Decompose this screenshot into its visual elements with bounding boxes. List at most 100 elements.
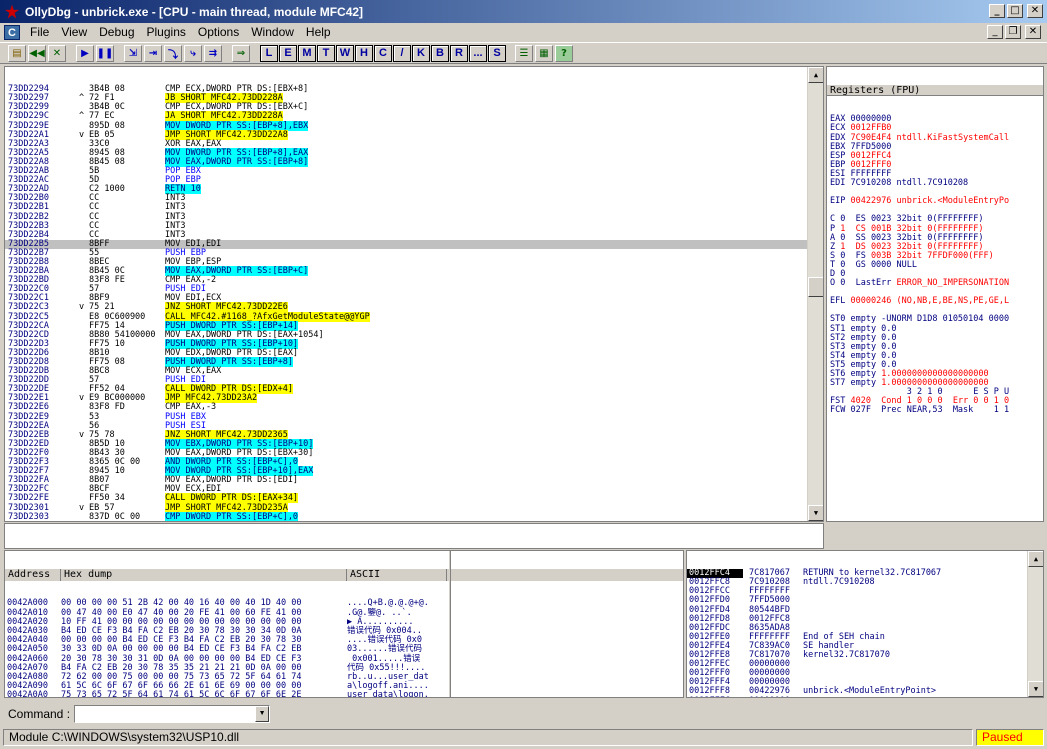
cpu-window-button[interactable]: C [374,44,392,62]
disasm-row[interactable]: 73DD22E9 53 PUSH EBX [5,412,823,422]
stack-row[interactable]: 0012FFE8 7C817070 kernel32.7C817070 [687,650,1043,660]
disasm-row[interactable]: 73DD22E6 83F8 FD CMP EAX,-3 [5,403,823,412]
disasm-row[interactable]: 73DD22AC 5D POP EBP [5,176,823,185]
disasm-row[interactable]: 73DD22B8 8BEC MOV EBP,ESP [5,257,823,267]
threads-window-button[interactable]: T [317,44,335,62]
stack-row[interactable]: 0012FFE0 FFFFFFFF End of SEH chain [687,632,1043,642]
stack-row[interactable]: 0012FFEC 00000000 [687,660,1043,669]
menu-view[interactable]: View [55,25,93,39]
disasm-row[interactable]: 73DD22D8 FF75 08 PUSH DWORD PTR SS:[EBP+8… [5,357,823,367]
disasm-row[interactable]: 73DD22BD 83F8 FE CMP EAX,-2 [5,276,823,285]
stack-scroll-down-icon[interactable]: ▼ [1028,681,1043,697]
menu-window[interactable]: Window [245,25,300,39]
disasm-row[interactable]: 73DD229C ^ 77 EC JA SHORT MFC42.73DD228A [5,111,823,122]
scroll-thumb[interactable] [808,277,823,297]
disasm-row[interactable]: 73DD22FC 8BCF MOV ECX,EDI [5,485,823,494]
step-over-icon[interactable]: ⇥ [144,44,162,62]
stack-row[interactable]: 0012FFFC00000000 [687,696,1043,697]
disassembly-scrollbar[interactable]: ▲ ▼ [807,67,823,521]
disasm-row[interactable]: 73DD22B3 CC INT3 [5,221,823,231]
options-icon[interactable]: ▦ [535,44,553,62]
source-window-button[interactable]: S [488,44,506,62]
trace-into-icon[interactable]: ⤵ [164,44,182,62]
disasm-row[interactable]: 73DD2297 ^ 72 F1 JB SHORT MFC42.73DD228A [5,93,823,104]
references-window-button[interactable]: R [450,44,468,62]
disasm-row[interactable]: 73DD22FE FF50 34 CALL DWORD PTR DS:[EAX+3… [5,493,823,504]
stack-pane[interactable]: 0012FFC4 7C817067 RETURN to kernel32.7C817… [686,550,1044,698]
pause-icon[interactable]: ❚❚ [96,44,114,62]
menu-help[interactable]: Help [300,25,337,39]
disasm-row[interactable]: 73DD22C1 8BF9 MOV EDI,ECX [5,294,823,303]
menu-plugins[interactable]: Plugins [141,25,192,39]
step-into-icon[interactable]: ⇲ [124,44,142,62]
disasm-row[interactable]: 73DD2299 3B4B 0C CMP ECX,DWORD PTR DS:[EB… [5,103,823,112]
disasm-row[interactable]: 73DD22F7 8945 10 MOV DWORD PTR SS:[EBP+10… [5,466,823,477]
register-line[interactable]: EFL 00000246 (NO,NB,E,BE,NS,PE,GE,L [827,297,1043,306]
disasm-row[interactable]: 73DD22DD 57 PUSH EDI [5,376,823,385]
windows-window-button[interactable]: W [336,44,354,62]
scroll-up-icon[interactable]: ▲ [808,67,823,83]
register-line[interactable]: EDI 7C910208 ntdll.7C910208 [827,178,1043,188]
close-button[interactable]: ✕ [1027,4,1043,18]
stack-row[interactable]: 0012FFC8 7C910208 ntdll.7C910208 [687,578,1043,587]
disasm-row[interactable]: 73DD22CD 8B80 54100000 MOV EAX,DWORD PTR … [5,330,823,340]
appearance-icon[interactable]: ☰ [515,44,533,62]
close-program-icon[interactable]: ✕ [48,44,66,62]
disasm-row[interactable]: 73DD2303 837D 0C 00 CMP DWORD PTR SS:[EBP… [5,511,823,521]
minimize-button[interactable]: _ [989,4,1005,18]
run-trace-window-button[interactable]: ... [469,44,487,62]
disassembly-pane[interactable]: 73DD2294 3B4B 08 CMP ECX,DWORD PTR DS:[EB… [4,66,824,522]
register-line[interactable]: EIP 00422976 unbrick.<ModuleEntryPo [827,197,1043,206]
memory-window-button[interactable]: M [298,44,316,62]
disasm-row[interactable]: 73DD22AD C2 1000 RETN 10 [5,184,823,195]
stack-row[interactable]: 0012FFD0 7FFD5000 [687,596,1043,605]
patches-window-button[interactable]: / [393,44,411,62]
restart-icon[interactable]: ◀◀ [28,44,46,62]
disasm-row[interactable]: 73DD22B0 CC INT3 [5,194,823,203]
disasm-row[interactable]: 73DD22FA 8B07 MOV EAX,DWORD PTR DS:[EDI] [5,476,823,485]
disasm-row[interactable]: 73DD22A8 8B45 08 MOV EAX,DWORD PTR SS:[EB… [5,156,823,167]
help-icon[interactable]: ? [555,44,573,62]
dump-ascii-header[interactable]: ASCII [347,569,447,582]
disasm-row[interactable]: 73DD22B7 55 PUSH EBP [5,248,823,258]
disasm-row[interactable]: 73DD22BA 8B45 0C MOV EAX,DWORD PTR SS:[EB… [5,266,823,277]
disasm-row[interactable]: 73DD22EB v 75 78 JNZ SHORT MFC42.73DD2365 [5,429,823,440]
stack-row[interactable]: 0012FFD4 80544BFD [687,605,1043,615]
stack-row[interactable]: 0012FFF8 00422976 unbrick.<ModuleEntryPoin… [687,687,1043,696]
disasm-row[interactable]: 73DD22B4 CC INT3 [5,230,823,240]
hex-dump-pane[interactable]: Address Hex dump ASCII 0042A000 00 00 00 … [4,550,684,698]
stack-row[interactable]: 0012FFCC FFFFFFFF [687,587,1043,596]
child-restore-button[interactable]: ❐ [1005,25,1021,39]
dump-hex-header[interactable]: Hex dump [61,569,347,582]
call-stack-window-button[interactable]: K [412,44,430,62]
disasm-row[interactable]: 73DD22AB 5B POP EBX [5,166,823,176]
register-line[interactable]: T 0 GS 0000 NULL [827,260,1043,270]
trace-over-icon[interactable]: ⤷ [184,44,202,62]
goto-address-icon[interactable]: ⇒ [232,44,250,62]
disasm-row[interactable]: 73DD22EA 56 PUSH ESI [5,421,823,431]
stack-row[interactable]: 0012FFF0 00000000 [687,669,1043,678]
stack-scrollbar[interactable]: ▲ ▼ [1027,551,1043,697]
disasm-row[interactable]: 73DD229E 895D 08 MOV DWORD PTR SS:[EBP+8]… [5,120,823,131]
disasm-row[interactable]: 73DD22E1 v E9 BC000000 JMP MFC42.73DD23A2 [5,393,823,404]
chevron-down-icon[interactable]: ▼ [255,706,270,722]
disasm-row[interactable]: 73DD22A5 8945 08 MOV DWORD PTR SS:[EBP+8]… [5,147,823,158]
register-line[interactable]: O 0 LastErr ERROR_NO_IMPERSONATION [827,279,1043,288]
register-line[interactable]: FCW 027F Prec NEAR,53 Mask 1 1 [827,406,1043,415]
scroll-down-icon[interactable]: ▼ [808,505,823,521]
disasm-row[interactable]: 73DD22D3 FF75 10 PUSH DWORD PTR SS:[EBP+1… [5,338,823,349]
menu-options[interactable]: Options [192,25,245,39]
disasm-row[interactable]: 73DD22B2 CC INT3 [5,212,823,222]
registers-pane[interactable]: Registers (FPU) EAX 00000000 ECX 0012FFB0… [826,66,1044,522]
open-icon[interactable]: ▤ [8,44,26,62]
stack-row[interactable]: 0012FFD8 0012FFC8 [687,614,1043,624]
dump-address-header[interactable]: Address [5,569,61,582]
stack-scroll-up-icon[interactable]: ▲ [1028,551,1043,567]
disasm-row[interactable]: 73DD2294 3B4B 08 CMP ECX,DWORD PTR DS:[EB… [5,85,823,94]
breakpoints-window-button[interactable]: B [431,44,449,62]
child-minimize-button[interactable]: _ [987,25,1003,39]
run-icon[interactable]: ▶ [76,44,94,62]
disasm-row[interactable]: 73DD22D6 8B10 MOV EDX,DWORD PTR DS:[EAX] [5,348,823,358]
disasm-row[interactable]: 73DD22ED 8B5D 10 MOV EBX,DWORD PTR SS:[EB… [5,438,823,449]
modules-window-button[interactable]: E [279,44,297,62]
